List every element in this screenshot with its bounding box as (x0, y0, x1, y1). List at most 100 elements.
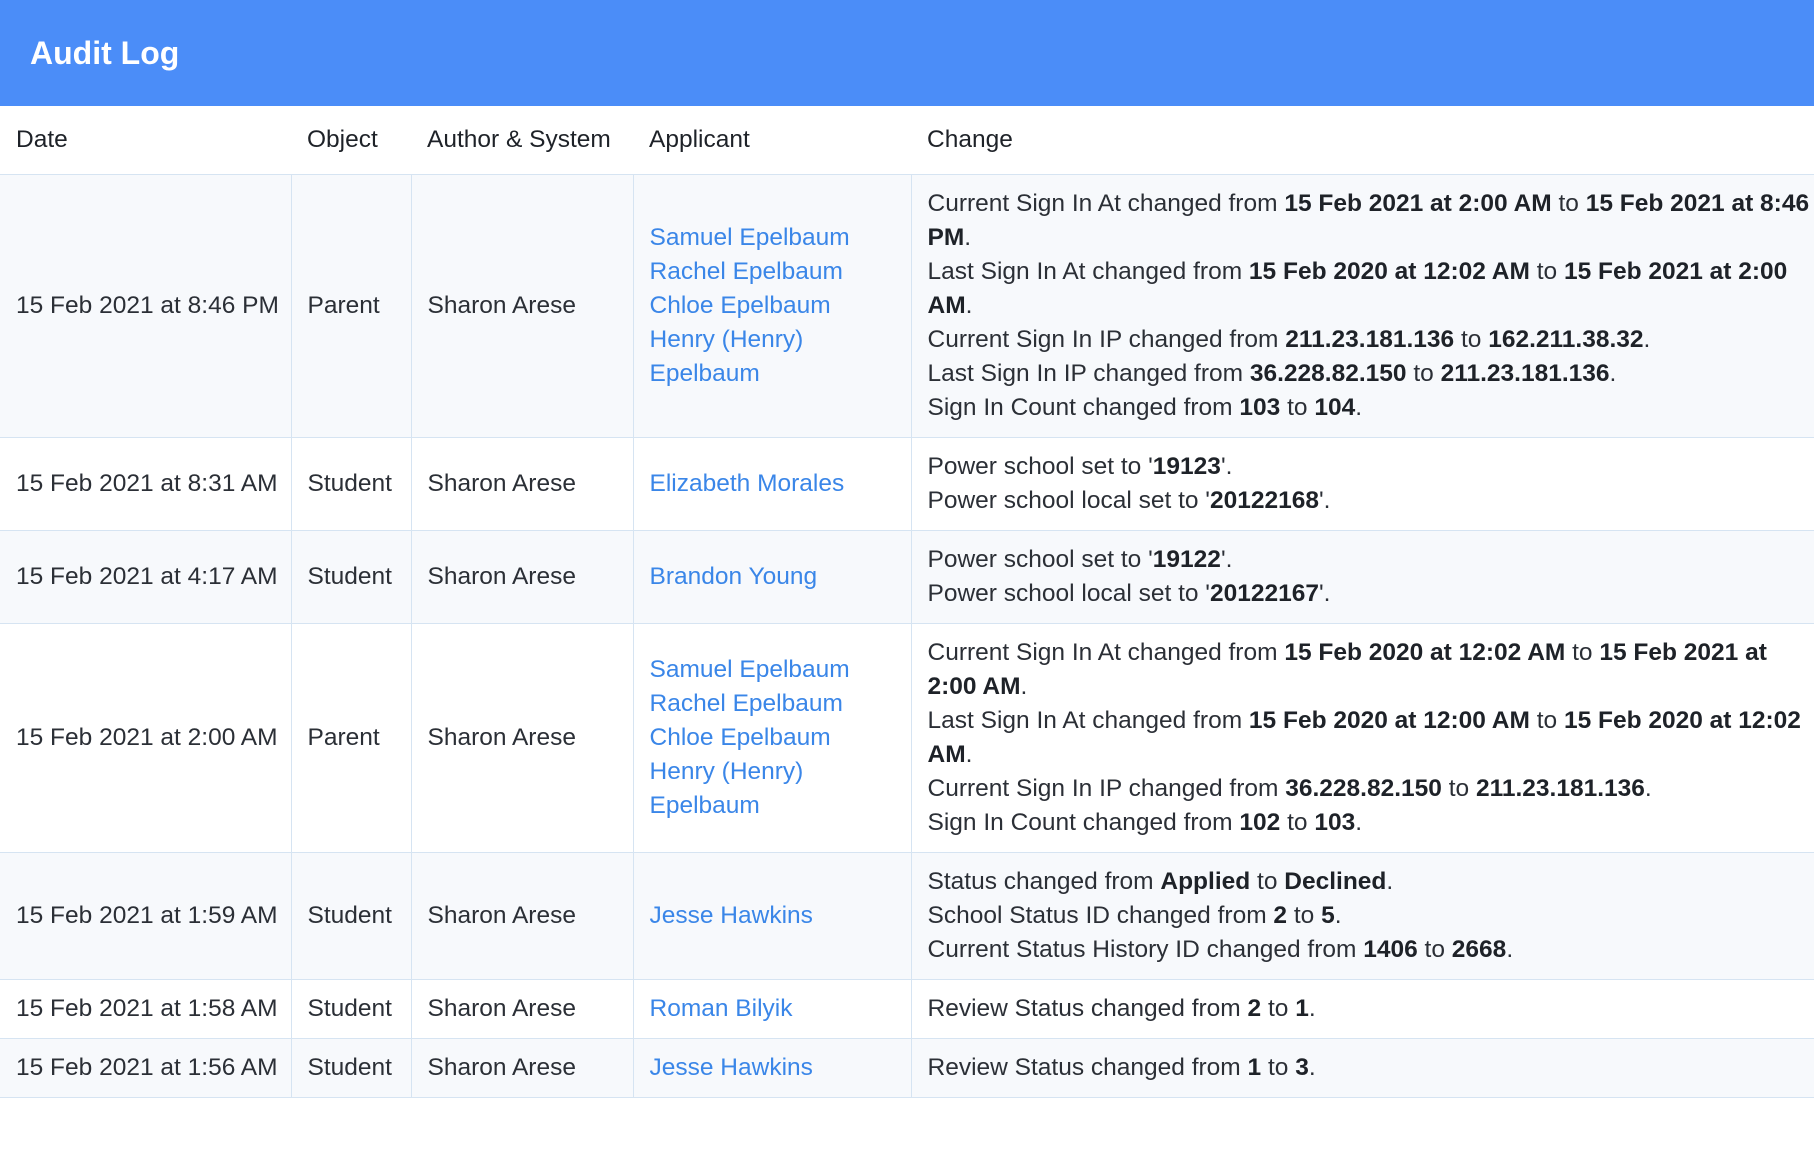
change-text: to (1261, 995, 1296, 1022)
change-text: to (1261, 1054, 1296, 1081)
author-cell: Sharon Arese (411, 852, 634, 980)
change-value: 1406 (1363, 936, 1418, 963)
object-cell: Student (291, 530, 412, 624)
change-cell: Power school set to '19122'. Power school… (911, 530, 1814, 624)
change-value: 36.228.82.150 (1285, 775, 1442, 802)
change-value: 211.23.181.136 (1285, 326, 1455, 353)
applicant-link[interactable]: Chloe Epelbaum (650, 289, 911, 323)
change-text: Review Status changed from (927, 995, 1248, 1022)
change-text: Current Sign In At changed from (927, 639, 1285, 666)
table-row: 15 Feb 2021 at 8:46 PM Parent Sharon Arese… (0, 174, 1814, 438)
change-line: Last Sign In At changed from 15 Feb 2020… (928, 704, 1814, 772)
change-cell: Power school set to '19123'. Power school… (911, 437, 1814, 531)
page-title: Audit Log (30, 34, 180, 71)
audit-log-table: Date Object Author & System Applicant Ch… (0, 106, 1814, 1098)
object-cell: Student (291, 852, 412, 980)
change-text: Sign In Count changed from (927, 394, 1240, 421)
applicant-cell: Roman Bilyik (633, 979, 912, 1039)
applicant-link[interactable]: Chloe Epelbaum (650, 721, 911, 755)
applicant-link[interactable]: Rachel Epelbaum (650, 255, 911, 289)
table-row: 15 Feb 2021 at 8:31 AM Student Sharon Ares… (0, 437, 1814, 531)
change-cell: Status changed from Applied to Declined.… (911, 852, 1814, 980)
applicant-link[interactable]: Henry (Henry) Epelbaum (650, 755, 911, 823)
change-line: Review Status changed from 1 to 3. (928, 1051, 1814, 1085)
object-cell: Student (291, 437, 412, 531)
change-text: Review Status changed from (927, 1054, 1248, 1081)
change-value: 102 (1239, 809, 1281, 836)
change-text: Power school set to ' (927, 453, 1153, 480)
table-body: 15 Feb 2021 at 8:46 PM Parent Sharon Arese… (0, 174, 1814, 1098)
change-text: Current Sign In IP changed from (927, 326, 1286, 353)
object-cell: Parent (291, 623, 412, 853)
change-line: Sign In Count changed from 102 to 103. (928, 806, 1814, 840)
author-cell: Sharon Arese (411, 437, 634, 531)
applicant-link[interactable]: Jesse Hawkins (650, 1051, 911, 1085)
change-text: . (965, 741, 973, 768)
applicant-link[interactable]: Samuel Epelbaum (650, 653, 911, 687)
table-row: 15 Feb 2021 at 1:56 AM Student Sharon Ares… (0, 1038, 1814, 1098)
change-text: . (964, 224, 972, 251)
change-text: '. (1319, 487, 1331, 514)
change-text: . (1506, 936, 1514, 963)
change-text: Last Sign In At changed from (927, 258, 1249, 285)
change-value: 104 (1314, 394, 1356, 421)
applicant-link[interactable]: Brandon Young (650, 560, 911, 594)
column-header-applicant[interactable]: Applicant (633, 106, 911, 175)
change-value: 15 Feb 2020 at 12:02 AM (1284, 639, 1566, 666)
applicant-link[interactable]: Elizabeth Morales (650, 467, 911, 501)
date-cell: 15 Feb 2021 at 1:58 AM (0, 979, 292, 1039)
change-line: Status changed from Applied to Declined. (928, 865, 1814, 899)
change-text: . (1308, 1054, 1316, 1081)
change-line: Current Status History ID changed from 1… (928, 933, 1814, 967)
change-line: Power school set to '19123'. (928, 450, 1814, 484)
change-text: Sign In Count changed from (927, 809, 1240, 836)
applicant-link[interactable]: Samuel Epelbaum (650, 221, 911, 255)
change-value: 20122168 (1209, 487, 1319, 514)
date-cell: 15 Feb 2021 at 1:56 AM (0, 1038, 292, 1098)
applicant-link[interactable]: Jesse Hawkins (650, 899, 911, 933)
change-value: 15 Feb 2020 at 12:00 AM (1248, 707, 1530, 734)
change-value: 15 Feb 2020 at 12:02 AM (1248, 258, 1530, 285)
applicant-cell: Samuel Epelbaum Rachel Epelbaum Chloe Epel… (633, 174, 912, 438)
change-cell: Current Sign In At changed from 15 Feb 2… (911, 623, 1814, 853)
object-cell: Student (291, 979, 412, 1039)
change-value: Declined (1284, 868, 1387, 895)
column-header-change[interactable]: Change (911, 106, 1814, 175)
applicant-link[interactable]: Roman Bilyik (650, 992, 911, 1026)
change-text: Current Status History ID changed from (927, 936, 1364, 963)
date-cell: 15 Feb 2021 at 2:00 AM (0, 623, 292, 853)
change-line: Power school set to '19122'. (928, 543, 1814, 577)
change-line: Last Sign In IP changed from 36.228.82.1… (928, 357, 1814, 391)
column-header-object[interactable]: Object (291, 106, 411, 175)
change-text: Current Sign In At changed from (927, 190, 1285, 217)
change-value: 36.228.82.150 (1249, 360, 1407, 387)
applicant-link[interactable]: Henry (Henry) Epelbaum (650, 323, 911, 391)
change-value: 1 (1295, 995, 1309, 1022)
table-row: 15 Feb 2021 at 4:17 AM Student Sharon Ares… (0, 530, 1814, 624)
applicant-link[interactable]: Rachel Epelbaum (650, 687, 911, 721)
change-text: Status changed from (927, 868, 1161, 895)
change-text: Power school local set to ' (927, 487, 1210, 514)
column-header-date[interactable]: Date (0, 106, 291, 175)
change-text: '. (1220, 453, 1233, 480)
column-header-author[interactable]: Author & System (411, 106, 633, 175)
change-text: . (1355, 394, 1363, 421)
change-text: . (1643, 326, 1651, 353)
change-line: Review Status changed from 2 to 1. (928, 992, 1814, 1026)
change-text: . (1020, 673, 1028, 700)
applicant-cell: Brandon Young (633, 530, 912, 624)
author-cell: Sharon Arese (411, 979, 634, 1039)
page-header: Audit Log (0, 0, 1814, 106)
change-text: . (965, 292, 973, 319)
date-cell: 15 Feb 2021 at 8:46 PM (0, 174, 292, 438)
change-text: Last Sign In At changed from (927, 707, 1249, 734)
date-cell: 15 Feb 2021 at 8:31 AM (0, 437, 292, 531)
object-cell: Parent (291, 174, 412, 438)
change-text: to (1280, 394, 1315, 421)
change-text: to (1529, 258, 1564, 285)
change-text: to (1441, 775, 1476, 802)
change-value: 15 Feb 2021 at 2:00 AM (1284, 190, 1552, 217)
change-text: to (1280, 809, 1315, 836)
change-value: 19123 (1152, 453, 1221, 480)
change-value: 211.23.181.136 (1475, 775, 1645, 802)
